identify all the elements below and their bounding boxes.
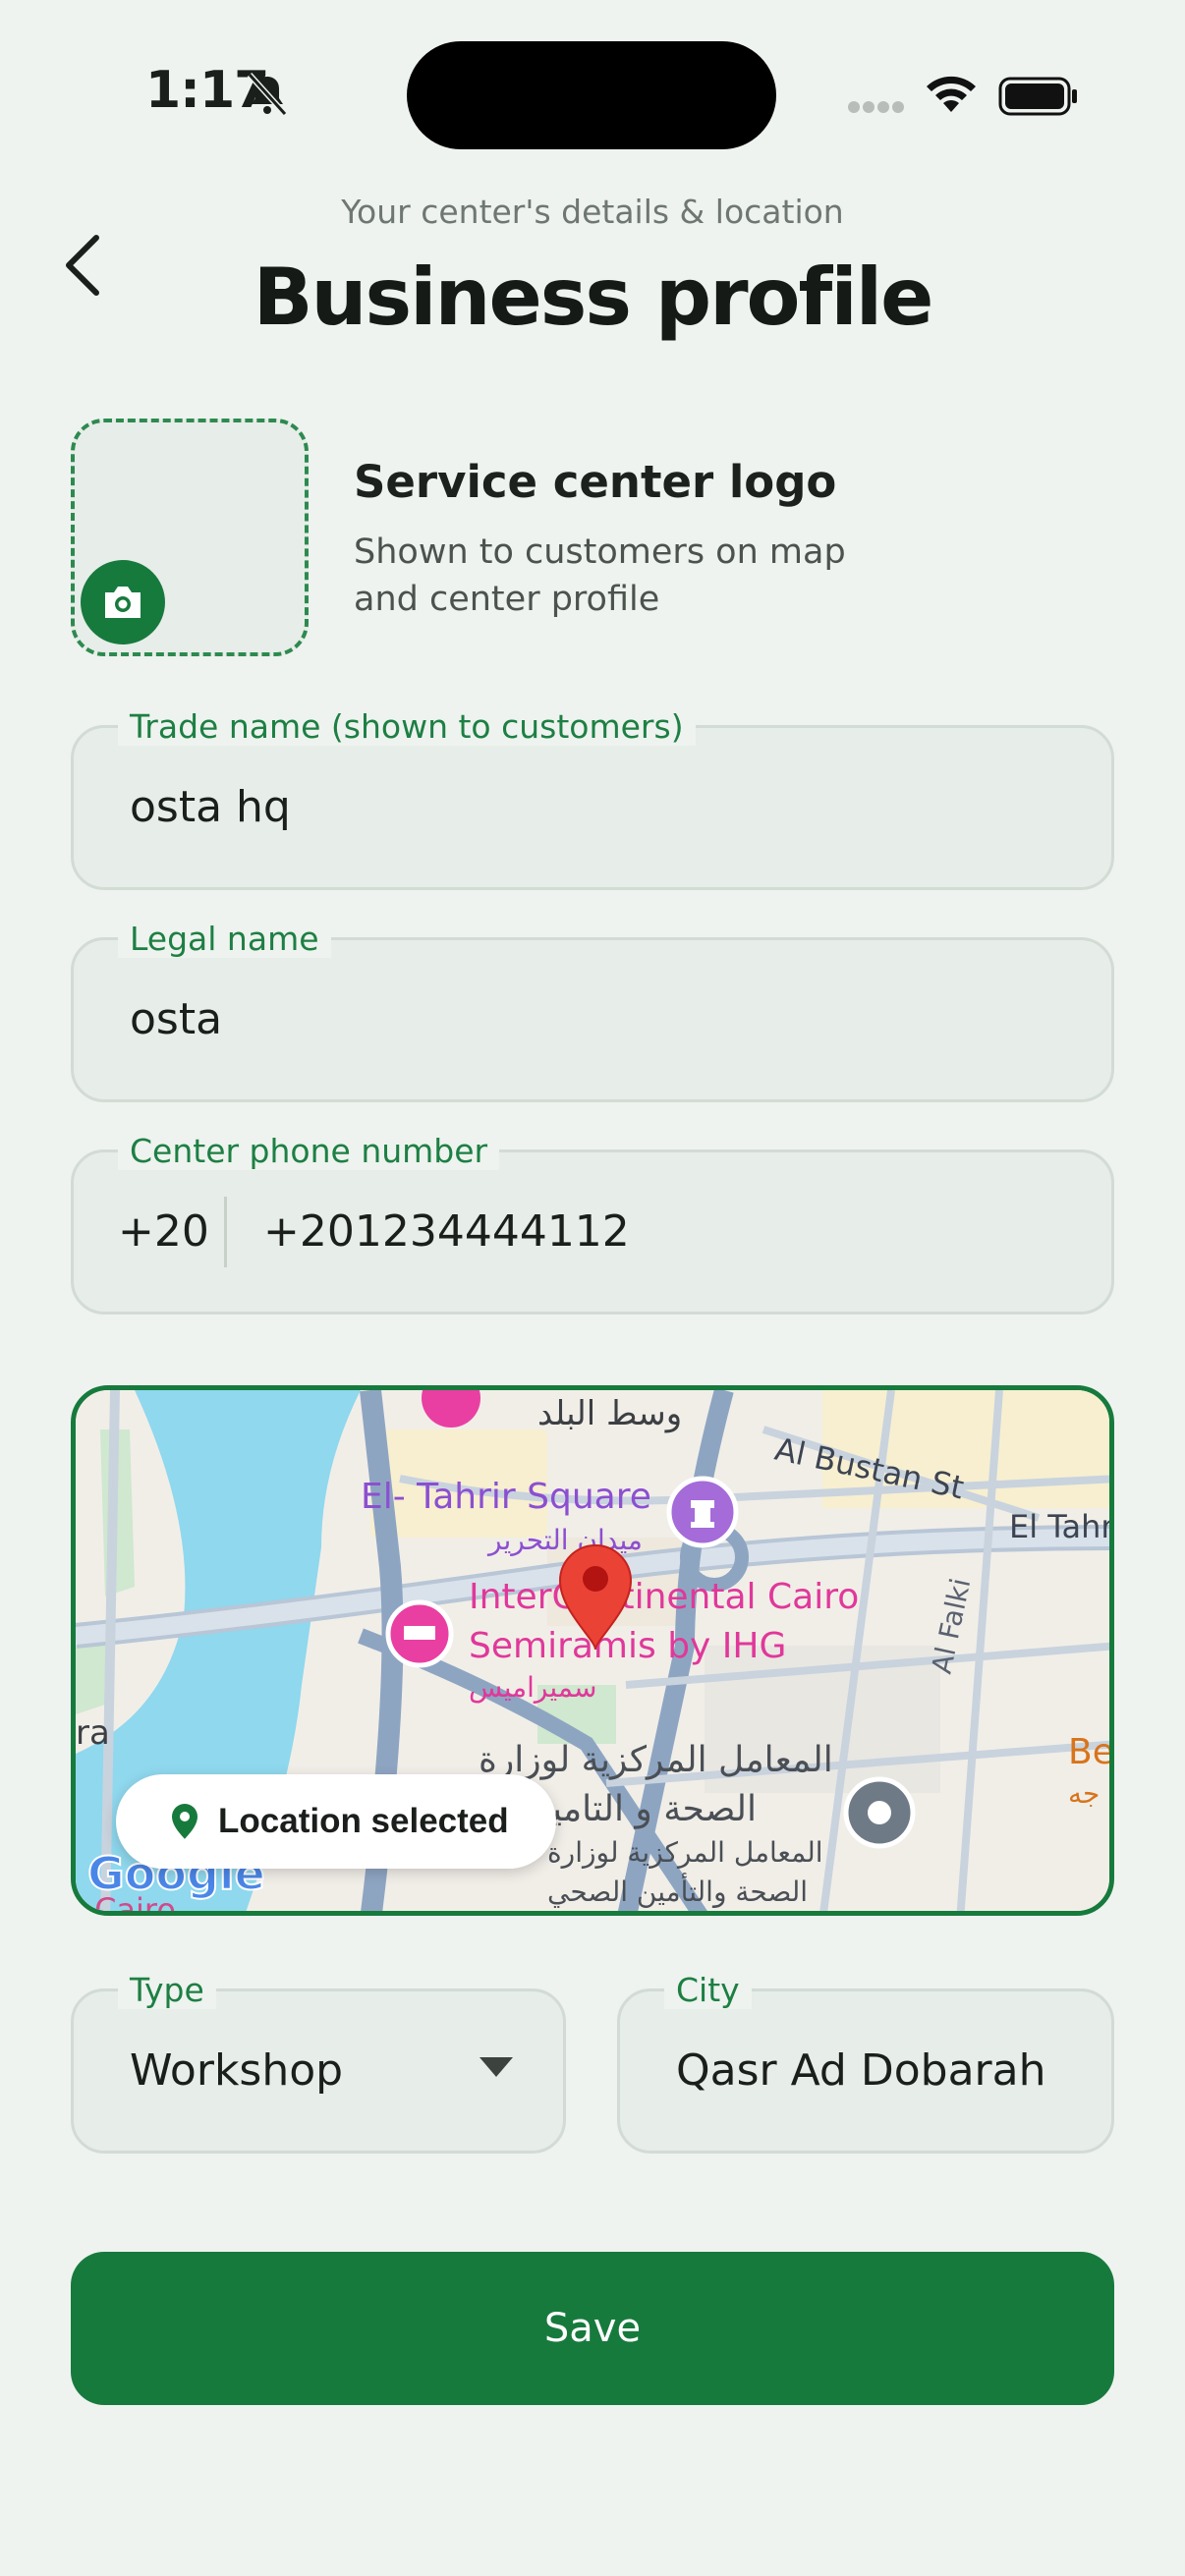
type-value[interactable]: Workshop (130, 2045, 343, 2096)
map-label: المعامل المركزية لوزارة (479, 1740, 833, 1780)
map-label: l Cairo (76, 1891, 176, 1916)
type-label: Type (118, 1971, 216, 2009)
map-label: جه (1068, 1777, 1100, 1810)
logo-description: Shown to customers on map and center pro… (354, 532, 846, 619)
page-title: Business profile (253, 252, 934, 343)
wifi-icon (927, 76, 976, 112)
city-label: City (664, 1971, 752, 2009)
map-label: ميدان التحرير (486, 1524, 643, 1556)
dropdown-arrow-icon[interactable] (480, 2057, 513, 2077)
map-label: El- Tahrir Square (361, 1477, 651, 1517)
legal-name-value[interactable]: osta (130, 994, 222, 1044)
trade-name-value[interactable]: osta hq (130, 782, 291, 832)
location-selected-text: Location selected (218, 1802, 509, 1840)
trade-name-label: Trade name (shown to customers) (118, 707, 696, 746)
phone-value[interactable]: +201234444112 (263, 1206, 630, 1257)
logo-title: Service center logo (354, 456, 837, 508)
dynamic-island (407, 41, 776, 149)
cellular-signal-icon (848, 101, 904, 113)
page-subtitle: Your center's details & location (341, 193, 844, 231)
legal-name-field[interactable] (71, 937, 1114, 1102)
legal-name-label: Legal name (118, 920, 331, 958)
save-button-label: Save (543, 2306, 642, 2351)
map-label: ra (76, 1713, 110, 1753)
camera-button[interactable] (81, 560, 165, 644)
battery-icon (998, 77, 1077, 116)
location-selected-chip: Location selected (116, 1774, 556, 1869)
save-button[interactable]: Save (71, 2252, 1114, 2405)
map-label: Semiramis by IHG (469, 1626, 786, 1666)
phone-label: Center phone number (118, 1132, 500, 1170)
map-label: سميراميس (469, 1671, 596, 1704)
location-pin-small-icon (172, 1804, 198, 1839)
bell-muted-icon (247, 72, 288, 117)
map-label: El Tahr (1009, 1508, 1114, 1545)
city-value[interactable]: Qasr Ad Dobarah (676, 2045, 1045, 2096)
map-label: InterContinental Cairo (469, 1577, 859, 1617)
map-label: Be (1068, 1732, 1114, 1772)
map-label: وسط البلد (537, 1394, 682, 1433)
country-code[interactable]: +20 (118, 1206, 209, 1257)
map-label: المعامل المركزية لوزارة (547, 1836, 823, 1869)
phone-divider (224, 1197, 227, 1267)
camera-icon (105, 587, 141, 618)
map-label: الصحة والتأمين الصحي (547, 1872, 808, 1908)
